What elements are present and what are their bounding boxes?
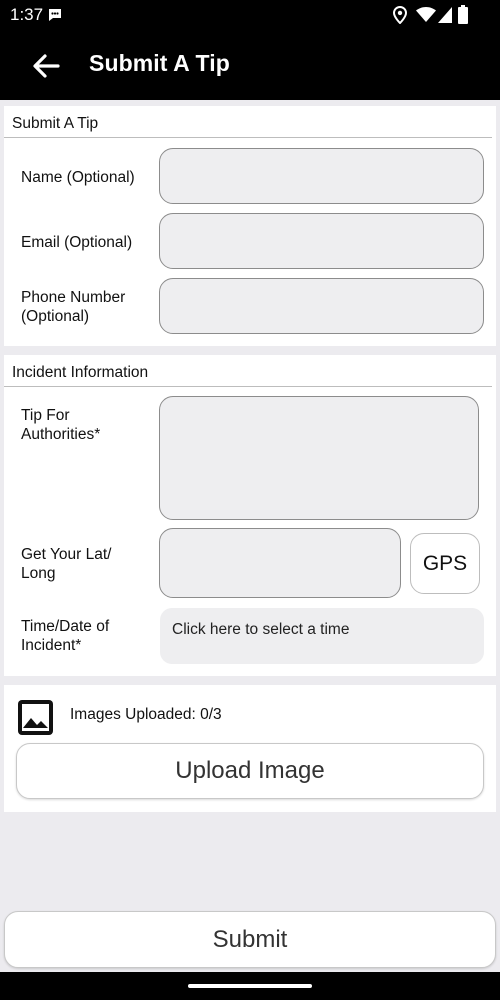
battery-icon [458,5,468,24]
chat-notification-icon [49,9,61,21]
navigation-bar [0,972,500,1000]
incident-information-card: Incident Information Tip For Authorities… [4,355,496,676]
section-header-incident: Incident Information [4,355,492,387]
images-card: Images Uploaded: 0/3 Upload Image [4,685,496,812]
time-date-picker[interactable]: Click here to select a time [160,608,484,664]
location-icon [393,6,407,24]
image-icon [18,700,53,735]
cellular-signal-icon [438,7,452,23]
phone-label: Phone Number (Optional) [21,289,126,325]
email-label: Email (Optional) [21,234,133,251]
submit-button[interactable]: Submit [4,911,496,968]
phone-input[interactable] [159,278,484,334]
page-title: Submit A Tip [89,50,230,76]
status-time: 1:37 [10,5,44,24]
wifi-icon [416,7,436,22]
tip-label: Tip For Authorities* [21,407,101,443]
name-input[interactable] [159,148,484,204]
latlong-label: Get Your Lat/ Long [21,546,112,582]
email-input[interactable] [159,213,484,269]
tip-textarea[interactable] [159,396,479,520]
latlong-input[interactable] [159,528,401,598]
app-bar: Submit A Tip [0,30,500,100]
submit-tip-card: Submit A Tip Name (Optional) Email (Opti… [4,106,496,346]
time-date-label: Time/Date of Incident* [21,618,110,654]
status-bar: 1:37 [0,0,500,30]
name-label: Name (Optional) [21,169,135,186]
upload-image-button[interactable]: Upload Image [16,743,484,799]
home-gesture-pill[interactable] [188,984,312,988]
section-header-submit-tip: Submit A Tip [4,106,492,138]
images-uploaded-count: Images Uploaded: 0/3 [70,706,222,723]
gps-button[interactable]: GPS [410,533,480,594]
back-arrow-icon[interactable] [32,52,60,80]
